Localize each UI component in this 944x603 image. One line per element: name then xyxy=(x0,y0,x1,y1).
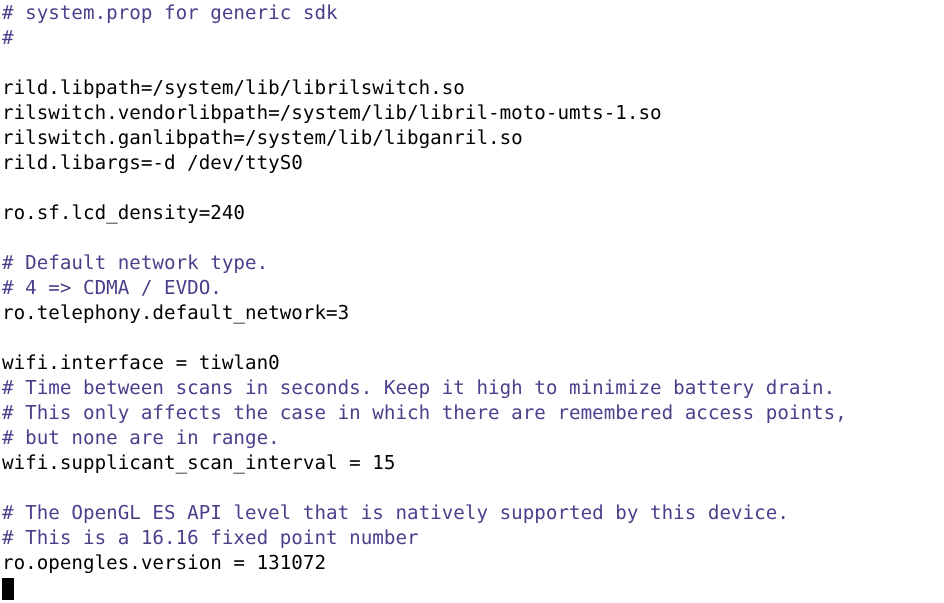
property-line: wifi.supplicant_scan_interval = 15 xyxy=(2,451,396,474)
comment-line: # 4 => CDMA / EVDO. xyxy=(2,276,222,299)
comment-line: # Time between scans in seconds. Keep it… xyxy=(2,376,836,399)
property-line: ro.opengles.version = 131072 xyxy=(2,551,327,574)
text-cursor xyxy=(2,578,14,600)
property-line: rilswitch.vendorlibpath=/system/lib/libr… xyxy=(2,101,662,124)
file-content[interactable]: # system.prop for generic sdk # rild.libp… xyxy=(2,0,847,575)
property-line: rilswitch.ganlibpath=/system/lib/libganr… xyxy=(2,126,523,149)
property-line: ro.telephony.default_network=3 xyxy=(2,301,350,324)
text-editor-viewport[interactable]: # system.prop for generic sdk # rild.libp… xyxy=(0,0,944,603)
property-line: rild.libpath=/system/lib/librilswitch.so xyxy=(2,76,465,99)
comment-line: # This is a 16.16 fixed point number xyxy=(2,526,419,549)
property-line: rild.libargs=-d /dev/ttyS0 xyxy=(2,151,303,174)
comment-line: # The OpenGL ES API level that is native… xyxy=(2,501,789,524)
comment-line: # but none are in range. xyxy=(2,426,280,449)
comment-line: # Default network type. xyxy=(2,251,269,274)
property-line: ro.sf.lcd_density=240 xyxy=(2,201,246,224)
comment-line: # xyxy=(2,26,14,49)
comment-line: # system.prop for generic sdk xyxy=(2,1,338,24)
property-line: wifi.interface = tiwlan0 xyxy=(2,351,280,374)
comment-line: # This only affects the case in which th… xyxy=(2,401,847,424)
